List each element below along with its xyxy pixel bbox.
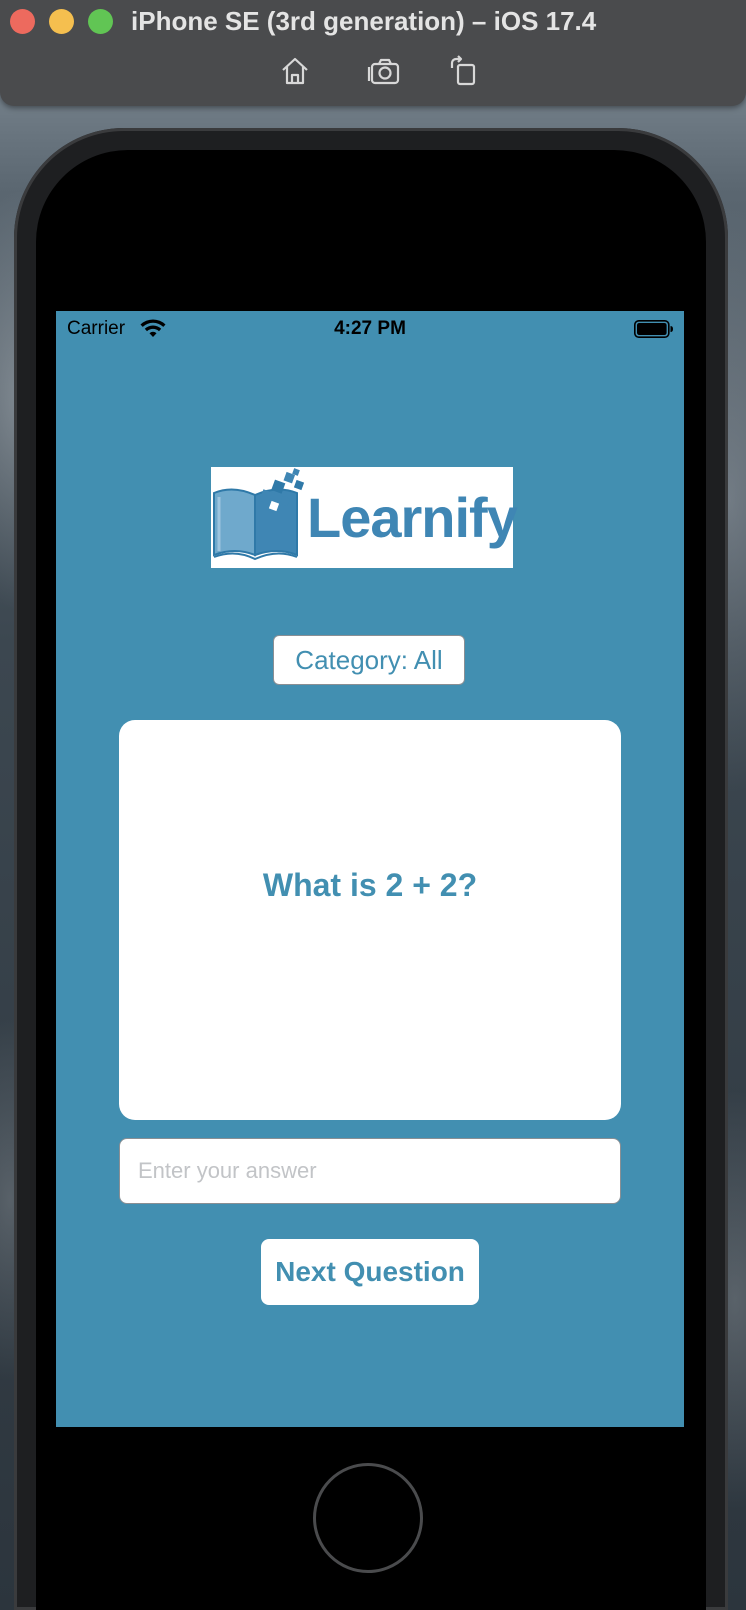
close-window-button[interactable] — [10, 9, 35, 34]
logo-text: Learnify — [307, 486, 518, 549]
minimize-window-button[interactable] — [49, 9, 74, 34]
question-text: What is 2 + 2? — [262, 866, 478, 903]
flashcard[interactable]: What is 2 + 2? — [119, 720, 621, 1120]
home-icon[interactable] — [278, 54, 312, 88]
learnify-logo: Learnify — [211, 467, 518, 568]
next-question-button[interactable]: Next Question — [261, 1239, 479, 1305]
screenshot-icon[interactable] — [367, 54, 401, 88]
window-title: iPhone SE (3rd generation) – iOS 17.4 — [131, 6, 597, 36]
app-screen: Carrier 4:27 PM Learnify Category: All W… — [56, 311, 684, 1427]
answer-input[interactable] — [119, 1138, 621, 1204]
simulator-title-bar: iPhone SE (3rd generation) – iOS 17.4 — [0, 0, 746, 106]
category-button[interactable]: Category: All — [273, 635, 465, 685]
status-time: 4:27 PM — [334, 318, 406, 339]
status-bar: Carrier 4:27 PM — [56, 311, 684, 347]
home-button[interactable] — [313, 1463, 423, 1573]
zoom-window-button[interactable] — [88, 9, 113, 34]
rotate-icon[interactable] — [446, 54, 480, 88]
battery-icon — [634, 320, 673, 338]
